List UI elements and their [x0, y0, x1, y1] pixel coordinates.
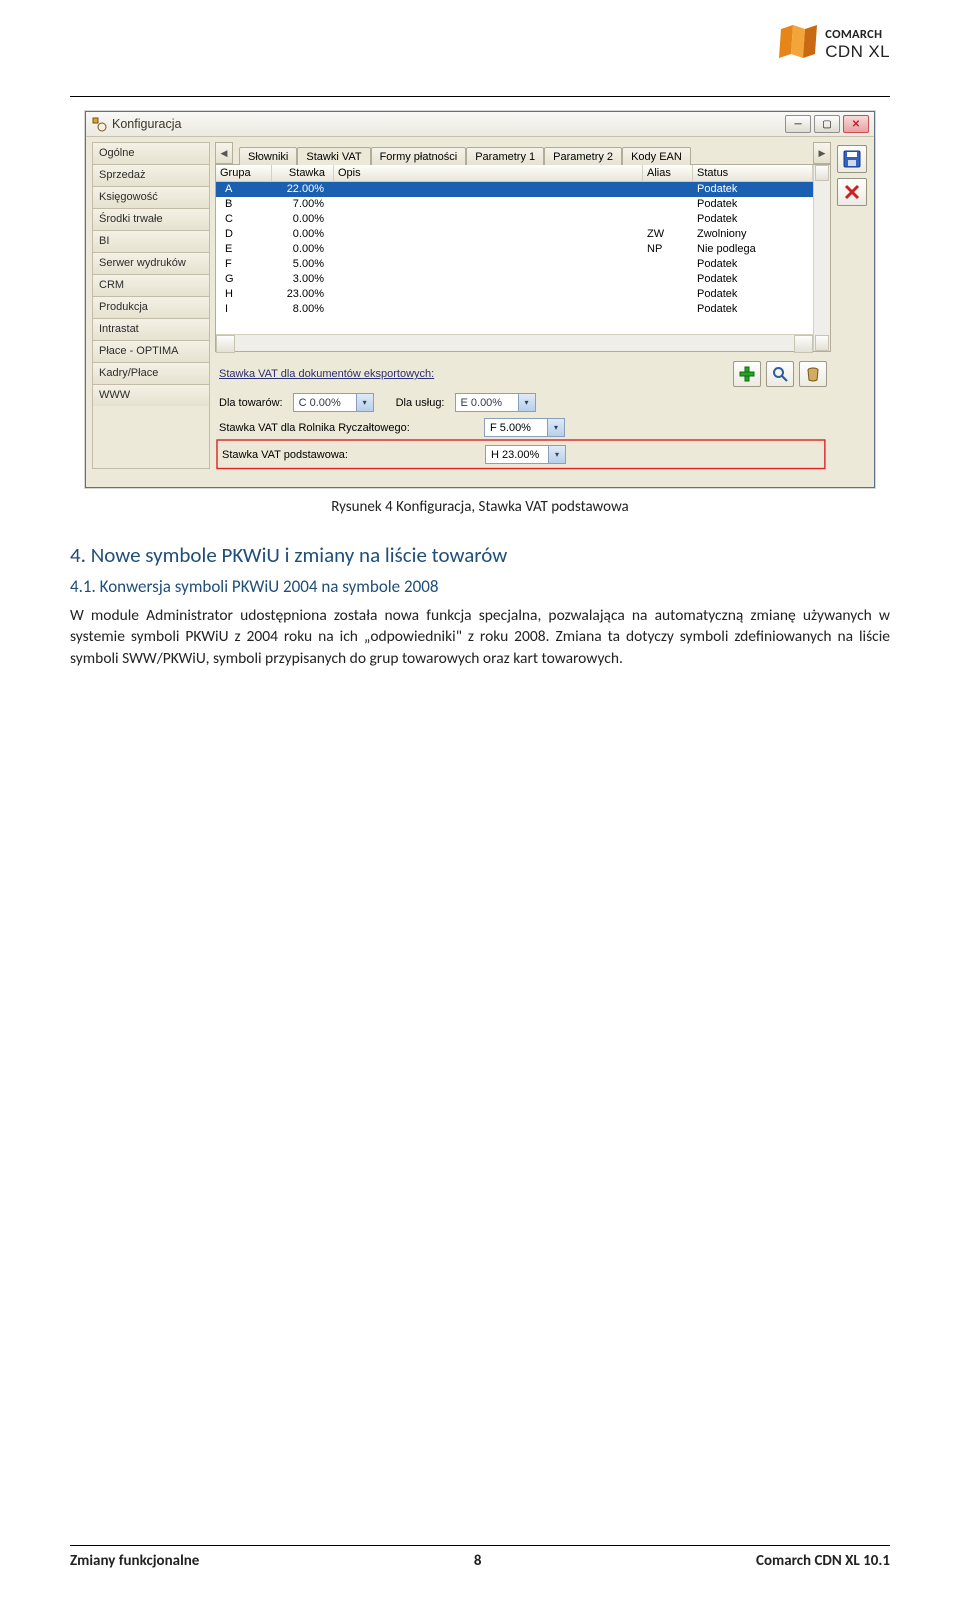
- footer-right: Comarch CDN XL 10.1: [756, 1552, 890, 1570]
- config-window: Konfiguracja ─ ▢ ✕ OgólneSprzedażKsięgow…: [85, 111, 875, 488]
- col-status[interactable]: Status: [693, 165, 813, 181]
- sidebar-item--rodki-trwa-e[interactable]: Środki trwałe: [93, 209, 209, 231]
- tab-scroll-left[interactable]: ◀: [215, 142, 233, 164]
- sidebar-item-ksi-gowo-[interactable]: Księgowość: [93, 187, 209, 209]
- add-button[interactable]: [733, 361, 761, 387]
- config-sidebar: OgólneSprzedażKsięgowośćŚrodki trwałeBIS…: [92, 142, 210, 469]
- tab-parametry-2[interactable]: Parametry 2: [544, 147, 622, 165]
- tab-stawki-vat[interactable]: Stawki VAT: [297, 147, 370, 165]
- rolnik-label: Stawka VAT dla Rolnika Ryczałtowego:: [219, 422, 474, 434]
- brand-name: COMARCH: [825, 27, 890, 42]
- close-button[interactable]: ✕: [843, 115, 869, 133]
- tab-kody-ean[interactable]: Kody EAN: [622, 147, 691, 165]
- tab-scroll-right[interactable]: ▶: [813, 142, 831, 164]
- delete-button[interactable]: [799, 361, 827, 387]
- brand-subname: CDN XL: [825, 42, 890, 62]
- tab-formy-p-atno-ci[interactable]: Formy płatności: [371, 147, 467, 165]
- vat-rates-grid: Grupa Stawka Opis Alias Status A22.00%Po…: [215, 164, 831, 352]
- goods-label: Dla towarów:: [219, 397, 283, 409]
- trash-icon: [805, 366, 821, 382]
- col-stawka[interactable]: Stawka: [272, 165, 334, 181]
- window-title: Konfiguracja: [112, 117, 785, 131]
- x-icon: [844, 184, 860, 200]
- podst-label: Stawka VAT podstawowa:: [222, 449, 475, 461]
- comarch-logo-icon: [775, 24, 819, 64]
- chevron-down-icon: ▾: [547, 419, 564, 436]
- page-header: COMARCH CDN XL: [70, 24, 890, 92]
- services-label: Dla usług:: [396, 397, 445, 409]
- floppy-icon: [843, 150, 861, 168]
- page-footer: Zmiany funkcjonalne 8 Comarch CDN XL 10.…: [70, 1545, 890, 1570]
- table-row[interactable]: G3.00%Podatek: [216, 272, 813, 287]
- brand-logo: COMARCH CDN XL: [775, 24, 890, 64]
- highlight-box: Stawka VAT podstawowa: H 23.00%▾: [217, 440, 829, 469]
- sidebar-item-produkcja[interactable]: Produkcja: [93, 297, 209, 319]
- footer-left: Zmiany funkcjonalne: [70, 1552, 199, 1570]
- subsection-heading: 4.1. Konwersja symboli PKWiU 2004 na sym…: [70, 576, 890, 597]
- save-button[interactable]: [837, 145, 867, 173]
- search-button[interactable]: [766, 361, 794, 387]
- table-row[interactable]: C0.00%Podatek: [216, 212, 813, 227]
- tab-s-owniki[interactable]: Słowniki: [239, 147, 297, 165]
- figure-caption: Rysunek 4 Konfiguracja, Stawka VAT podst…: [70, 498, 890, 516]
- sidebar-item-bi[interactable]: BI: [93, 231, 209, 253]
- sidebar-item-crm[interactable]: CRM: [93, 275, 209, 297]
- magnifier-icon: [772, 366, 788, 382]
- window-titlebar: Konfiguracja ─ ▢ ✕: [86, 112, 874, 137]
- rolnik-combo[interactable]: F 5.00%▾: [484, 418, 565, 437]
- table-row[interactable]: B7.00%Podatek: [216, 197, 813, 212]
- table-row[interactable]: F5.00%Podatek: [216, 257, 813, 272]
- cancel-button[interactable]: [837, 178, 867, 206]
- sidebar-item-intrastat[interactable]: Intrastat: [93, 319, 209, 341]
- sidebar-item-og-lne[interactable]: Ogólne: [93, 143, 209, 165]
- chevron-down-icon: ▾: [518, 394, 535, 411]
- section-heading: 4. Nowe symbole PKWiU i zmiany na liście…: [70, 542, 890, 568]
- sidebar-item-sprzeda-[interactable]: Sprzedaż: [93, 165, 209, 187]
- config-app-icon: [91, 116, 107, 132]
- sidebar-item-serwer-wydruk-w[interactable]: Serwer wydruków: [93, 253, 209, 275]
- tab-strip: ◀ SłownikiStawki VATFormy płatnościParam…: [215, 142, 831, 164]
- col-grupa[interactable]: Grupa: [216, 165, 272, 181]
- chevron-down-icon: ▾: [356, 394, 373, 411]
- grid-hscrollbar[interactable]: [216, 334, 813, 351]
- table-row[interactable]: H23.00%Podatek: [216, 287, 813, 302]
- sidebar-item-www[interactable]: WWW: [93, 385, 209, 406]
- tab-parametry-1[interactable]: Parametry 1: [466, 147, 544, 165]
- chevron-down-icon: ▾: [548, 446, 565, 463]
- table-row[interactable]: E0.00%NPNie podlega: [216, 242, 813, 257]
- sidebar-item-p-ace-optima[interactable]: Płace - OPTIMA: [93, 341, 209, 363]
- goods-combo[interactable]: C 0.00%▾: [293, 393, 374, 412]
- grid-header: Grupa Stawka Opis Alias Status: [216, 165, 813, 182]
- table-row[interactable]: I8.00%Podatek: [216, 302, 813, 317]
- plus-icon: [739, 366, 755, 382]
- services-combo[interactable]: E 0.00%▾: [455, 393, 536, 412]
- minimize-button[interactable]: ─: [785, 115, 811, 133]
- export-heading: Stawka VAT dla dokumentów eksportowych:: [219, 368, 434, 380]
- footer-center: 8: [474, 1552, 482, 1570]
- podst-combo[interactable]: H 23.00%▾: [485, 445, 566, 464]
- body-paragraph: W module Administrator udostępniona zost…: [70, 605, 890, 669]
- grid-vscrollbar[interactable]: [813, 165, 830, 351]
- maximize-button[interactable]: ▢: [814, 115, 840, 133]
- table-row[interactable]: A22.00%Podatek: [216, 182, 813, 197]
- col-opis[interactable]: Opis: [334, 165, 643, 181]
- col-alias[interactable]: Alias: [643, 165, 693, 181]
- header-rule: [70, 96, 890, 97]
- sidebar-item-kadry-p-ace[interactable]: Kadry/Płace: [93, 363, 209, 385]
- table-row[interactable]: D0.00%ZWZwolniony: [216, 227, 813, 242]
